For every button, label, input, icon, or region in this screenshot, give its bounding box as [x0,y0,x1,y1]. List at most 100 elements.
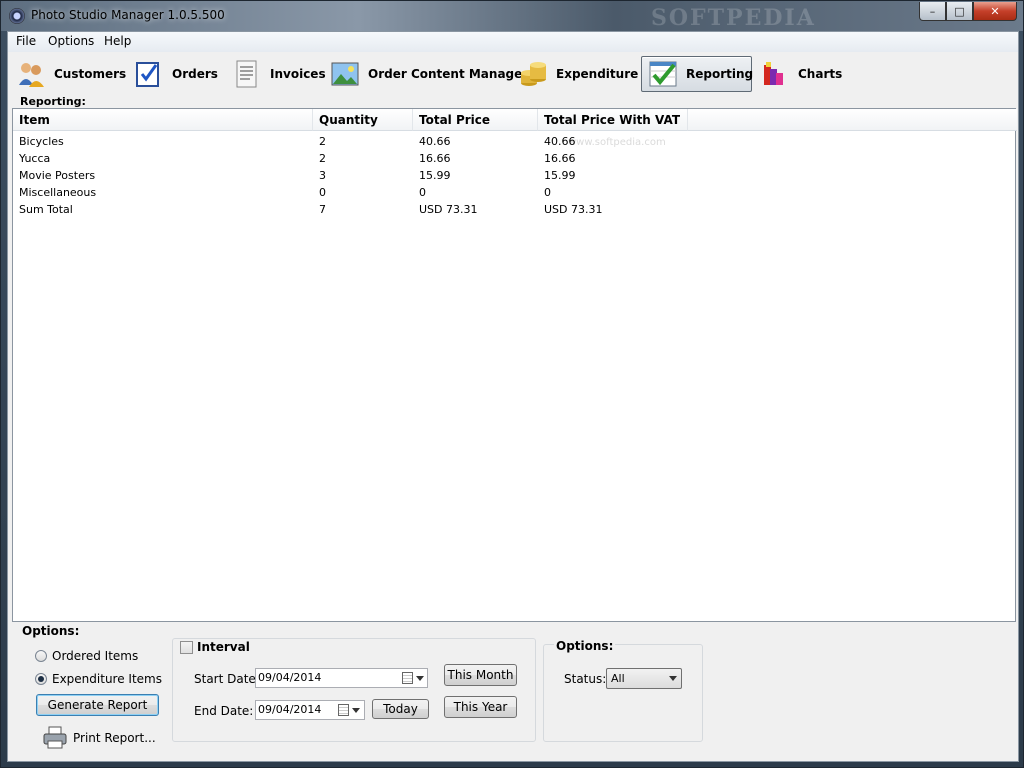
generate-report-button[interactable]: Generate Report [36,694,159,716]
cell-quantity: 3 [319,169,326,182]
calendar-icon[interactable] [402,672,413,684]
toolbar-invoices[interactable]: Invoices [226,56,332,92]
cell-quantity: 0 [319,186,326,199]
toolbar-expenditure[interactable]: Expenditure [512,56,644,92]
radio-expenditure-items-label: Expenditure Items [52,672,162,686]
this-month-button[interactable]: This Month [444,664,517,686]
cell-item: Movie Posters [19,169,96,182]
client-area: File Options Help Customers Orders Invoi… [7,31,1019,762]
toolbar-orders-label: Orders [172,67,218,81]
chevron-down-icon[interactable] [416,676,424,681]
end-date-label: End Date: [194,704,254,718]
interval-checkbox[interactable] [180,641,193,654]
toolbar-order-content-label: Order Content Manager [368,67,529,81]
cell-quantity: 2 [319,135,326,148]
print-report-button[interactable]: Print Report... [42,726,156,750]
window-title: Photo Studio Manager 1.0.5.500 [31,8,225,22]
table-row[interactable]: Bicycles 2 40.66 40.66 [13,134,1015,151]
main-toolbar: Customers Orders Invoices Order Content … [8,54,1018,94]
table-header: Item Quantity Total Price Total Price Wi… [13,109,1017,131]
toolbar-reporting-label: Reporting [686,67,754,81]
end-date-value: 09/04/2014 [258,703,322,716]
cell-total-price: 0 [419,186,426,199]
cell-quantity: 2 [319,152,326,165]
print-report-label: Print Report... [73,731,156,745]
cell-total-price-vat: 40.66 [544,135,576,148]
menu-options[interactable]: Options [46,34,96,48]
radio-expenditure-items-circle[interactable] [35,673,47,685]
table-row[interactable]: Miscellaneous 0 0 0 [13,185,1015,202]
radio-expenditure-items[interactable]: Expenditure Items [35,672,162,686]
column-header-quantity[interactable]: Quantity [313,109,413,131]
table-row[interactable]: Sum Total 7 USD 73.31 USD 73.31 [13,202,1015,219]
radio-ordered-items-label: Ordered Items [52,649,139,663]
toolbar-order-content-manager[interactable]: Order Content Manager [324,56,534,92]
minimize-icon: – [929,4,936,18]
this-year-button[interactable]: This Year [444,696,517,718]
cell-total-price: 15.99 [419,169,451,182]
cell-total-price-vat: 16.66 [544,152,576,165]
toolbar-expenditure-label: Expenditure [556,67,639,81]
toolbar-customers-label: Customers [54,67,127,81]
cell-item: Yucca [19,152,51,165]
reporting-label: Reporting: [20,95,86,108]
orders-icon [134,59,164,89]
maximize-button[interactable]: □ [946,2,973,21]
customers-icon [16,59,46,89]
table-body: Bicycles 2 40.66 40.66 Yucca 2 16.66 16.… [13,134,1015,219]
window-controls: – □ ✕ [919,2,1017,21]
menu-file[interactable]: File [14,34,38,48]
cell-item: Sum Total [19,203,73,216]
column-header-filler [688,109,1017,131]
interval-label: Interval [197,640,250,654]
close-icon: ✕ [990,4,1000,18]
report-table[interactable]: Item Quantity Total Price Total Price Wi… [12,108,1017,622]
start-date-value: 09/04/2014 [258,671,322,684]
toolbar-orders[interactable]: Orders [128,56,224,92]
column-header-total-price-vat[interactable]: Total Price With VAT [538,109,688,131]
status-select[interactable]: All [606,668,682,689]
chevron-down-icon[interactable] [352,708,360,713]
close-button[interactable]: ✕ [973,2,1017,21]
interval-group: Interval Start Date: 09/04/2014 End Date… [172,638,536,742]
today-button[interactable]: Today [372,699,429,719]
column-header-total-price[interactable]: Total Price [413,109,538,131]
cell-item: Bicycles [19,135,64,148]
cell-total-price: USD 73.31 [419,203,478,216]
toolbar-customers[interactable]: Customers [10,56,132,92]
radio-ordered-items-circle[interactable] [35,650,47,662]
app-window: Photo Studio Manager 1.0.5.500 SOFTPEDIA… [0,0,1024,768]
calendar-icon[interactable] [338,704,349,716]
start-date-field[interactable]: 09/04/2014 [255,668,428,688]
table-row[interactable]: Yucca 2 16.66 16.66 [13,151,1015,168]
status-label: Status: [564,672,607,686]
printer-icon [42,726,68,750]
table-row[interactable]: Movie Posters 3 15.99 15.99 [13,168,1015,185]
menu-bar: File Options Help [8,32,1018,52]
toolbar-reporting[interactable]: Reporting [641,56,754,92]
cell-item: Miscellaneous [19,186,97,199]
coins-icon [518,59,548,89]
app-icon[interactable] [9,8,25,24]
maximize-icon: □ [954,4,965,18]
softpedia-watermark: SOFTPEDIA [651,5,816,31]
title-bar[interactable]: Photo Studio Manager 1.0.5.500 SOFTPEDIA… [1,1,1023,31]
chevron-down-icon[interactable] [669,676,677,681]
cell-total-price: 16.66 [419,152,451,165]
status-select-value: All [611,672,625,685]
cell-total-price-vat: 15.99 [544,169,576,182]
reporting-icon [648,59,678,89]
menu-help[interactable]: Help [102,34,133,48]
status-options-group: Options: Status: All [543,639,703,742]
toolbar-invoices-label: Invoices [270,67,326,81]
minimize-button[interactable]: – [919,2,946,21]
start-date-label: Start Date: [194,672,260,686]
toolbar-charts[interactable]: Charts [754,56,848,92]
cell-quantity: 7 [319,203,326,216]
column-header-item[interactable]: Item [13,109,313,131]
cell-total-price: 40.66 [419,135,451,148]
end-date-field[interactable]: 09/04/2014 [255,700,365,720]
cell-total-price-vat: USD 73.31 [544,203,603,216]
radio-ordered-items[interactable]: Ordered Items [35,649,138,663]
invoices-icon [232,59,262,89]
